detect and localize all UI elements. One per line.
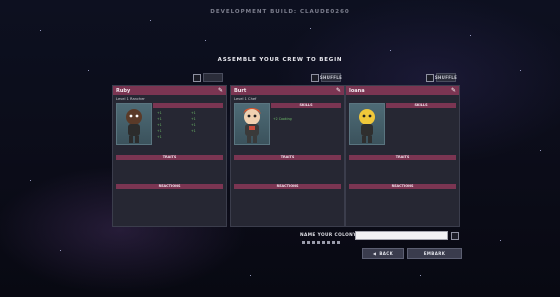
skills-header: SKILLS <box>271 103 341 108</box>
star <box>420 275 421 276</box>
attribute-line: +2 Cooking <box>273 117 292 121</box>
embark-button[interactable]: EMBARK <box>407 248 462 259</box>
star <box>470 35 471 36</box>
hint-dot <box>332 241 335 244</box>
crew-name[interactable]: Burt <box>234 88 246 94</box>
star <box>40 30 41 31</box>
card-header: Ruby ✎ <box>113 86 226 95</box>
attribute-line: +1 <box>191 123 196 127</box>
attribute-line: +1 <box>191 129 196 133</box>
skills-header <box>153 103 223 108</box>
shuffle-icon[interactable] <box>451 232 459 240</box>
crew-card-1: Ruby ✎ Level 1 Rancher +1 +1 +1 +1 +1 +1… <box>112 85 227 227</box>
star <box>205 40 206 41</box>
attribute-line: +1 <box>157 111 162 115</box>
star <box>310 28 311 29</box>
back-button-label: BACK <box>379 251 394 256</box>
hint-dot <box>307 241 310 244</box>
shuffle-button-card2[interactable]: SHUFFLE <box>319 73 343 82</box>
attribute-line: +1 <box>191 111 196 115</box>
star <box>60 250 61 251</box>
crew-portrait <box>234 103 270 145</box>
crew-portrait <box>349 103 385 145</box>
traits-header: TRAITS <box>349 155 456 160</box>
card-header: Ioana ✎ <box>346 86 459 95</box>
crew-name[interactable]: Ruby <box>116 88 130 94</box>
attribute-line: +1 <box>157 129 162 133</box>
star <box>540 150 541 151</box>
back-arrow-icon: ◀ <box>372 251 377 256</box>
embark-button-label: EMBARK <box>423 251 446 256</box>
crew-card-3: Ioana ✎ SKILLS TRAITS REACTIONS <box>345 85 460 227</box>
duplicant-avatar <box>243 108 261 143</box>
crew-level: Level 1 Rancher <box>116 97 145 101</box>
crew-level: Level 1 Chef <box>234 97 257 101</box>
star <box>520 70 521 71</box>
colony-name-input[interactable] <box>355 231 448 240</box>
colony-name-label: NAME YOUR COLONY <box>300 233 357 238</box>
reactions-header: REACTIONS <box>234 184 341 189</box>
shuffle-button-label: SHUFFLE <box>319 75 343 80</box>
star <box>150 20 151 21</box>
page-title: ASSEMBLE YOUR CREW TO BEGIN <box>217 57 343 63</box>
star <box>250 275 251 276</box>
attribute-line: +1 <box>157 123 162 127</box>
pencil-icon[interactable]: ✎ <box>336 87 341 94</box>
star <box>500 240 501 241</box>
shuffle-button-card1[interactable] <box>203 73 223 82</box>
reactions-header: REACTIONS <box>116 184 223 189</box>
lock-checkbox-card3[interactable] <box>426 74 434 82</box>
traits-header: TRAITS <box>116 155 223 160</box>
card-header: Burt ✎ <box>231 86 344 95</box>
reactions-header: REACTIONS <box>349 184 456 189</box>
hint-dot <box>317 241 320 244</box>
back-button[interactable]: ◀ BACK <box>362 248 404 259</box>
skills-header: SKILLS <box>386 103 456 108</box>
traits-header: TRAITS <box>234 155 341 160</box>
star <box>88 70 89 71</box>
hint-dot <box>302 241 305 244</box>
hint-dot <box>322 241 325 244</box>
attribute-line: +1 <box>157 135 162 139</box>
duplicant-avatar <box>126 109 142 143</box>
hint-dot <box>337 241 340 244</box>
star <box>30 180 31 181</box>
pencil-icon[interactable]: ✎ <box>218 87 223 94</box>
shuffle-button-card3[interactable]: SHUFFLE <box>434 73 458 82</box>
crew-portrait <box>116 103 152 145</box>
star <box>390 50 391 51</box>
hint-dot <box>327 241 330 244</box>
crew-name[interactable]: Ioana <box>349 88 365 94</box>
pencil-icon[interactable]: ✎ <box>451 87 456 94</box>
hint-dot <box>312 241 315 244</box>
attribute-line: +1 <box>157 117 162 121</box>
lock-checkbox-card2[interactable] <box>311 74 319 82</box>
duplicant-avatar <box>359 109 375 143</box>
development-build-label: DEVELOPMENT BUILD: CLAUDE0260 <box>210 9 350 15</box>
crew-card-2: Burt ✎ Level 1 Chef SKILLS +2 Cooking TR… <box>230 85 345 227</box>
attribute-line: +1 <box>191 117 196 121</box>
lock-checkbox-card1[interactable] <box>193 74 201 82</box>
colony-name-hint <box>302 241 340 244</box>
shuffle-button-label: SHUFFLE <box>434 75 458 80</box>
